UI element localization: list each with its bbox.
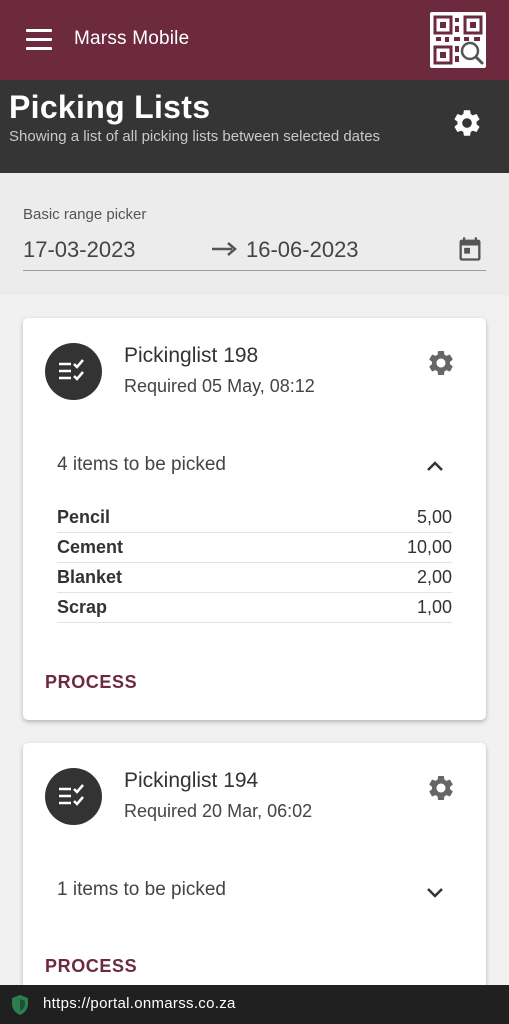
browser-url-bar: https://portal.onmarss.co.za: [0, 985, 509, 1024]
item-name: Pencil: [57, 507, 111, 527]
page-title: Picking Lists: [9, 89, 211, 125]
item-name: Scrap: [57, 597, 108, 617]
item-qty: 1,00: [416, 597, 452, 617]
items-summary: 4 items to be picked: [57, 454, 226, 475]
item-name: Blanket: [57, 567, 123, 587]
range-underline: [23, 270, 486, 271]
table-row: Blanket 2,00: [57, 563, 452, 593]
chevron-up-icon: [423, 455, 447, 479]
date-range-picker: Basic range picker 17-03-2023 16-06-2023: [0, 173, 509, 295]
item-name: Cement: [57, 537, 124, 557]
item-qty: 2,00: [416, 567, 452, 587]
chevron-down-icon: [423, 880, 447, 904]
process-button[interactable]: PROCESS: [45, 672, 137, 693]
item-qty: 5,00: [416, 507, 452, 527]
shield-icon: [10, 994, 30, 1016]
card-title: Pickinglist 198: [124, 344, 259, 367]
items-table: Pencil 5,00 Cement 10,00 Blanket 2,00 Sc…: [57, 503, 452, 623]
gear-icon[interactable]: [451, 107, 483, 139]
app-bar: Marss Mobile: [0, 0, 509, 80]
qr-code-search-icon[interactable]: [430, 12, 486, 68]
hamburger-menu-icon[interactable]: [26, 29, 52, 51]
range-label: Basic range picker: [23, 206, 147, 223]
table-row: Cement 10,00: [57, 533, 452, 563]
card-title: Pickinglist 194: [124, 769, 259, 792]
end-date-field[interactable]: 16-06-2023: [246, 237, 359, 263]
picking-list-card: Pickinglist 198 Required 05 May, 08:12 4…: [23, 318, 486, 720]
process-button[interactable]: PROCESS: [45, 956, 137, 977]
items-expander[interactable]: 4 items to be picked: [23, 443, 486, 487]
page-subtitle: Showing a list of all picking lists betw…: [9, 128, 381, 145]
start-date-field[interactable]: 17-03-2023: [23, 237, 136, 263]
url-text[interactable]: https://portal.onmarss.co.za: [43, 995, 236, 1012]
gear-icon[interactable]: [426, 773, 456, 803]
picking-list-card: Pickinglist 194 Required 20 Mar, 06:02 1…: [23, 743, 486, 1003]
app-title: Marss Mobile: [74, 28, 190, 49]
calendar-icon[interactable]: [456, 235, 484, 263]
card-required-date: Required 05 May, 08:12: [124, 376, 315, 396]
arrow-right-icon: [211, 241, 237, 257]
checklist-icon: [45, 343, 102, 400]
page-header: Picking Lists Showing a list of all pick…: [0, 80, 509, 173]
table-row: Scrap 1,00: [57, 593, 452, 623]
items-summary: 1 items to be picked: [57, 879, 226, 900]
card-required-date: Required 20 Mar, 06:02: [124, 801, 313, 821]
gear-icon[interactable]: [426, 348, 456, 378]
item-qty: 10,00: [406, 537, 452, 557]
table-row: Pencil 5,00: [57, 503, 452, 533]
items-expander[interactable]: 1 items to be picked: [23, 868, 486, 912]
checklist-icon: [45, 768, 102, 825]
